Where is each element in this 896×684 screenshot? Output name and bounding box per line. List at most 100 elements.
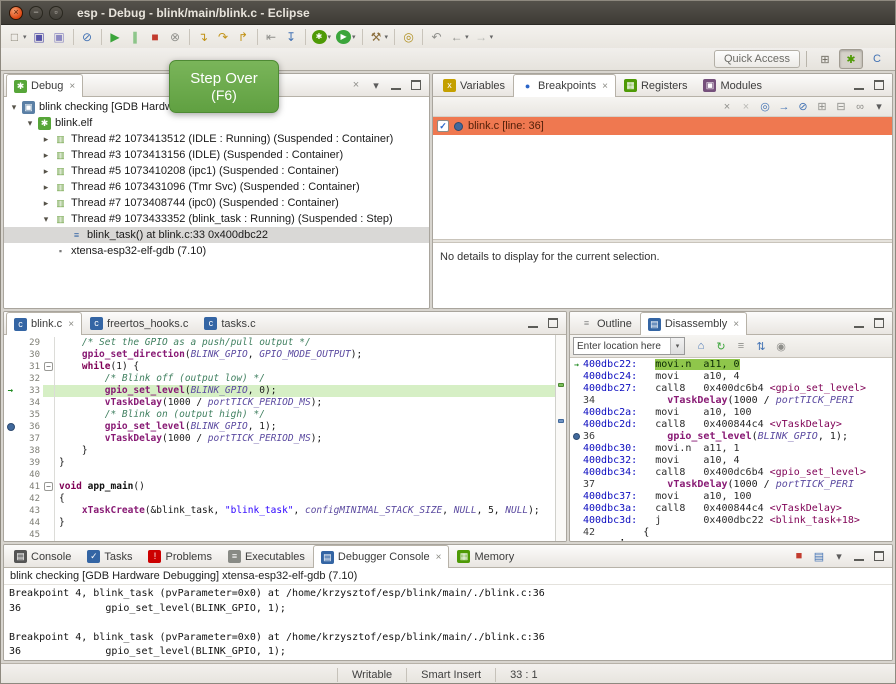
code-line[interactable]: 38 } <box>4 445 555 457</box>
show-breakpoints-for-selection-icon[interactable]: ◎ <box>757 99 773 115</box>
code-line[interactable]: 31− while(1) { <box>4 361 555 373</box>
expanded-arrow-icon[interactable]: ▾ <box>8 102 20 113</box>
debug-tree-item[interactable]: ▸▥Thread #3 1073413156 (IDLE) (Suspended… <box>4 147 429 163</box>
tab-debugger-console[interactable]: ▤Debugger Console× <box>313 545 450 568</box>
fold-minus-icon[interactable]: − <box>43 361 55 373</box>
expand-all-icon[interactable]: ⊞ <box>814 99 830 115</box>
code-line[interactable]: 32 /* Blink off (output low) */ <box>4 373 555 385</box>
view-menu-icon[interactable]: ▾ <box>871 99 887 115</box>
link-with-debug-view-icon[interactable]: ∞ <box>852 99 868 115</box>
step-over-button[interactable]: ↷ <box>214 27 233 47</box>
close-tab-icon[interactable]: × <box>436 552 442 563</box>
collapsed-arrow-icon[interactable]: ▸ <box>40 166 52 177</box>
breakpoint-icon[interactable] <box>4 421 17 433</box>
maximize-view-icon[interactable] <box>871 548 887 564</box>
code-line[interactable]: 30 gpio_set_direction(BLINK_GPIO, GPIO_M… <box>4 349 555 361</box>
cpp-perspective-button[interactable]: C <box>865 49 889 69</box>
combo-dropdown-icon[interactable]: ▾ <box>670 338 684 354</box>
code-line[interactable]: 40 <box>4 469 555 481</box>
location-input[interactable] <box>574 338 670 354</box>
code-line[interactable]: 45 <box>4 529 555 541</box>
console-output[interactable]: Breakpoint 4, blink_task (pvParameter=0x… <box>4 585 892 660</box>
refresh-icon[interactable]: ↻ <box>713 338 729 354</box>
instruction-stepping-button[interactable]: ↧ <box>282 27 301 47</box>
close-tab-icon[interactable]: × <box>602 81 608 92</box>
code-line[interactable]: 39} <box>4 457 555 469</box>
tab-variables[interactable]: xVariables <box>435 74 513 96</box>
minimize-view-icon[interactable] <box>525 315 541 331</box>
expanded-arrow-icon[interactable]: ▾ <box>24 118 36 129</box>
code-line[interactable]: →33 gpio_set_level(BLINK_GPIO, 0); <box>4 385 555 397</box>
minimize-view-icon[interactable] <box>851 315 867 331</box>
collapsed-arrow-icon[interactable]: ▸ <box>40 134 52 145</box>
code-line[interactable]: 41−void app_main() <box>4 481 555 493</box>
tab-debug[interactable]: ✱Debug× <box>6 74 83 97</box>
tab-memory[interactable]: ▦Memory <box>449 545 522 567</box>
forward-button[interactable]: →▾ <box>472 27 496 47</box>
debug-tree-item[interactable]: ▾▥Thread #9 1073433352 (blink_task : Run… <box>4 211 429 227</box>
track-expression-icon[interactable]: ◉ <box>773 338 789 354</box>
disassembly-lines[interactable]: →400dbc22: movi.n a11, 0400dbc24: movi a… <box>570 358 892 541</box>
tab-breakpoints[interactable]: ●Breakpoints× <box>513 74 616 97</box>
code-line[interactable]: 42{ <box>4 493 555 505</box>
tab-freertos-hooks-c[interactable]: cfreertos_hooks.c <box>82 312 196 334</box>
tab-modules[interactable]: ▣Modules <box>695 74 770 96</box>
maximize-view-icon[interactable] <box>408 77 424 93</box>
debug-view-menu-icon[interactable]: ▾ <box>368 77 384 93</box>
minimize-view-icon[interactable] <box>851 548 867 564</box>
editor-area[interactable]: 29 /* Set the GPIO as a push/pull output… <box>4 335 566 541</box>
debug-tree-item[interactable]: ▸▥Thread #2 1073413512 (IDLE : Running) … <box>4 131 429 147</box>
breakpoint-row[interactable]: ✓ blink.c [line: 36] <box>433 117 892 135</box>
debug-tree-item[interactable]: ▸▥Thread #5 1073410208 (ipc1) (Suspended… <box>4 163 429 179</box>
open-console-icon[interactable]: ▾ <box>831 548 847 564</box>
step-return-button[interactable]: ↱ <box>234 27 253 47</box>
step-into-button[interactable]: ↴ <box>194 27 213 47</box>
code-line[interactable]: 29 /* Set the GPIO as a push/pull output… <box>4 337 555 349</box>
save-button[interactable]: ▣ <box>30 27 49 47</box>
maximize-view-icon[interactable] <box>545 315 561 331</box>
debug-tree-item[interactable]: ≡blink_task() at blink.c:33 0x400dbc22 <box>4 227 429 243</box>
minimize-button[interactable]: − <box>29 6 43 20</box>
overview-ruler[interactable] <box>555 335 566 541</box>
remove-all-terminated-icon[interactable]: × <box>348 77 364 93</box>
debug-button[interactable]: ✱▾ <box>310 27 334 47</box>
tab-tasks-c[interactable]: ctasks.c <box>196 312 263 334</box>
terminate-button[interactable]: ■ <box>146 27 165 47</box>
remove-breakpoint-icon[interactable]: × <box>719 99 735 115</box>
breakpoint-checkbox[interactable]: ✓ <box>437 120 449 132</box>
maximize-view-icon[interactable] <box>871 315 887 331</box>
save-all-button[interactable]: ▣ <box>50 27 69 47</box>
code-line[interactable]: 36 gpio_set_level(BLINK_GPIO, 1); <box>4 421 555 433</box>
close-button[interactable]: × <box>9 6 23 20</box>
collapsed-arrow-icon[interactable]: ▸ <box>40 182 52 193</box>
debug-tree-item[interactable]: ▪xtensa-esp32-elf-gdb (7.10) <box>4 243 429 259</box>
tab-executables[interactable]: ≡Executables <box>220 545 313 567</box>
search-button[interactable]: ◎ <box>399 27 418 47</box>
code-line[interactable]: 43 xTaskCreate(&blink_task, "blink_task"… <box>4 505 555 517</box>
fold-minus-icon[interactable]: − <box>43 481 55 493</box>
collapsed-arrow-icon[interactable]: ▸ <box>40 150 52 161</box>
tab-problems[interactable]: !Problems <box>140 545 219 567</box>
build-button[interactable]: ⚒▾ <box>367 27 391 47</box>
new-button[interactable]: □▾ <box>5 27 29 47</box>
open-perspective-button[interactable]: ⊞ <box>813 49 837 69</box>
tab-disassembly[interactable]: ▤Disassembly× <box>640 312 747 335</box>
home-icon[interactable]: ⌂ <box>693 338 709 354</box>
tab-tasks[interactable]: ✓Tasks <box>79 545 140 567</box>
expanded-arrow-icon[interactable]: ▾ <box>40 214 52 225</box>
run-button[interactable]: ▶▾ <box>334 27 358 47</box>
sync-selection-icon[interactable]: ⇅ <box>753 338 769 354</box>
tab-blink-c[interactable]: cblink.c× <box>6 312 82 335</box>
maximize-view-icon[interactable] <box>871 77 887 93</box>
close-tab-icon[interactable]: × <box>733 319 739 330</box>
tab-registers[interactable]: ▦Registers <box>616 74 695 96</box>
close-tab-icon[interactable]: × <box>69 81 75 92</box>
minimize-view-icon[interactable] <box>388 77 404 93</box>
debug-tree-item[interactable]: ▾✱blink.elf <box>4 115 429 131</box>
tab-console[interactable]: ▤Console <box>6 545 79 567</box>
skip-all-breakpoints-button[interactable]: ⊘ <box>78 27 97 47</box>
remove-all-breakpoints-icon[interactable]: × <box>738 99 754 115</box>
tab-outline[interactable]: ≡Outline <box>572 312 640 334</box>
code-line[interactable]: 35 /* Blink on (output high) */ <box>4 409 555 421</box>
skip-all-breakpoints-icon[interactable]: ⊘ <box>795 99 811 115</box>
